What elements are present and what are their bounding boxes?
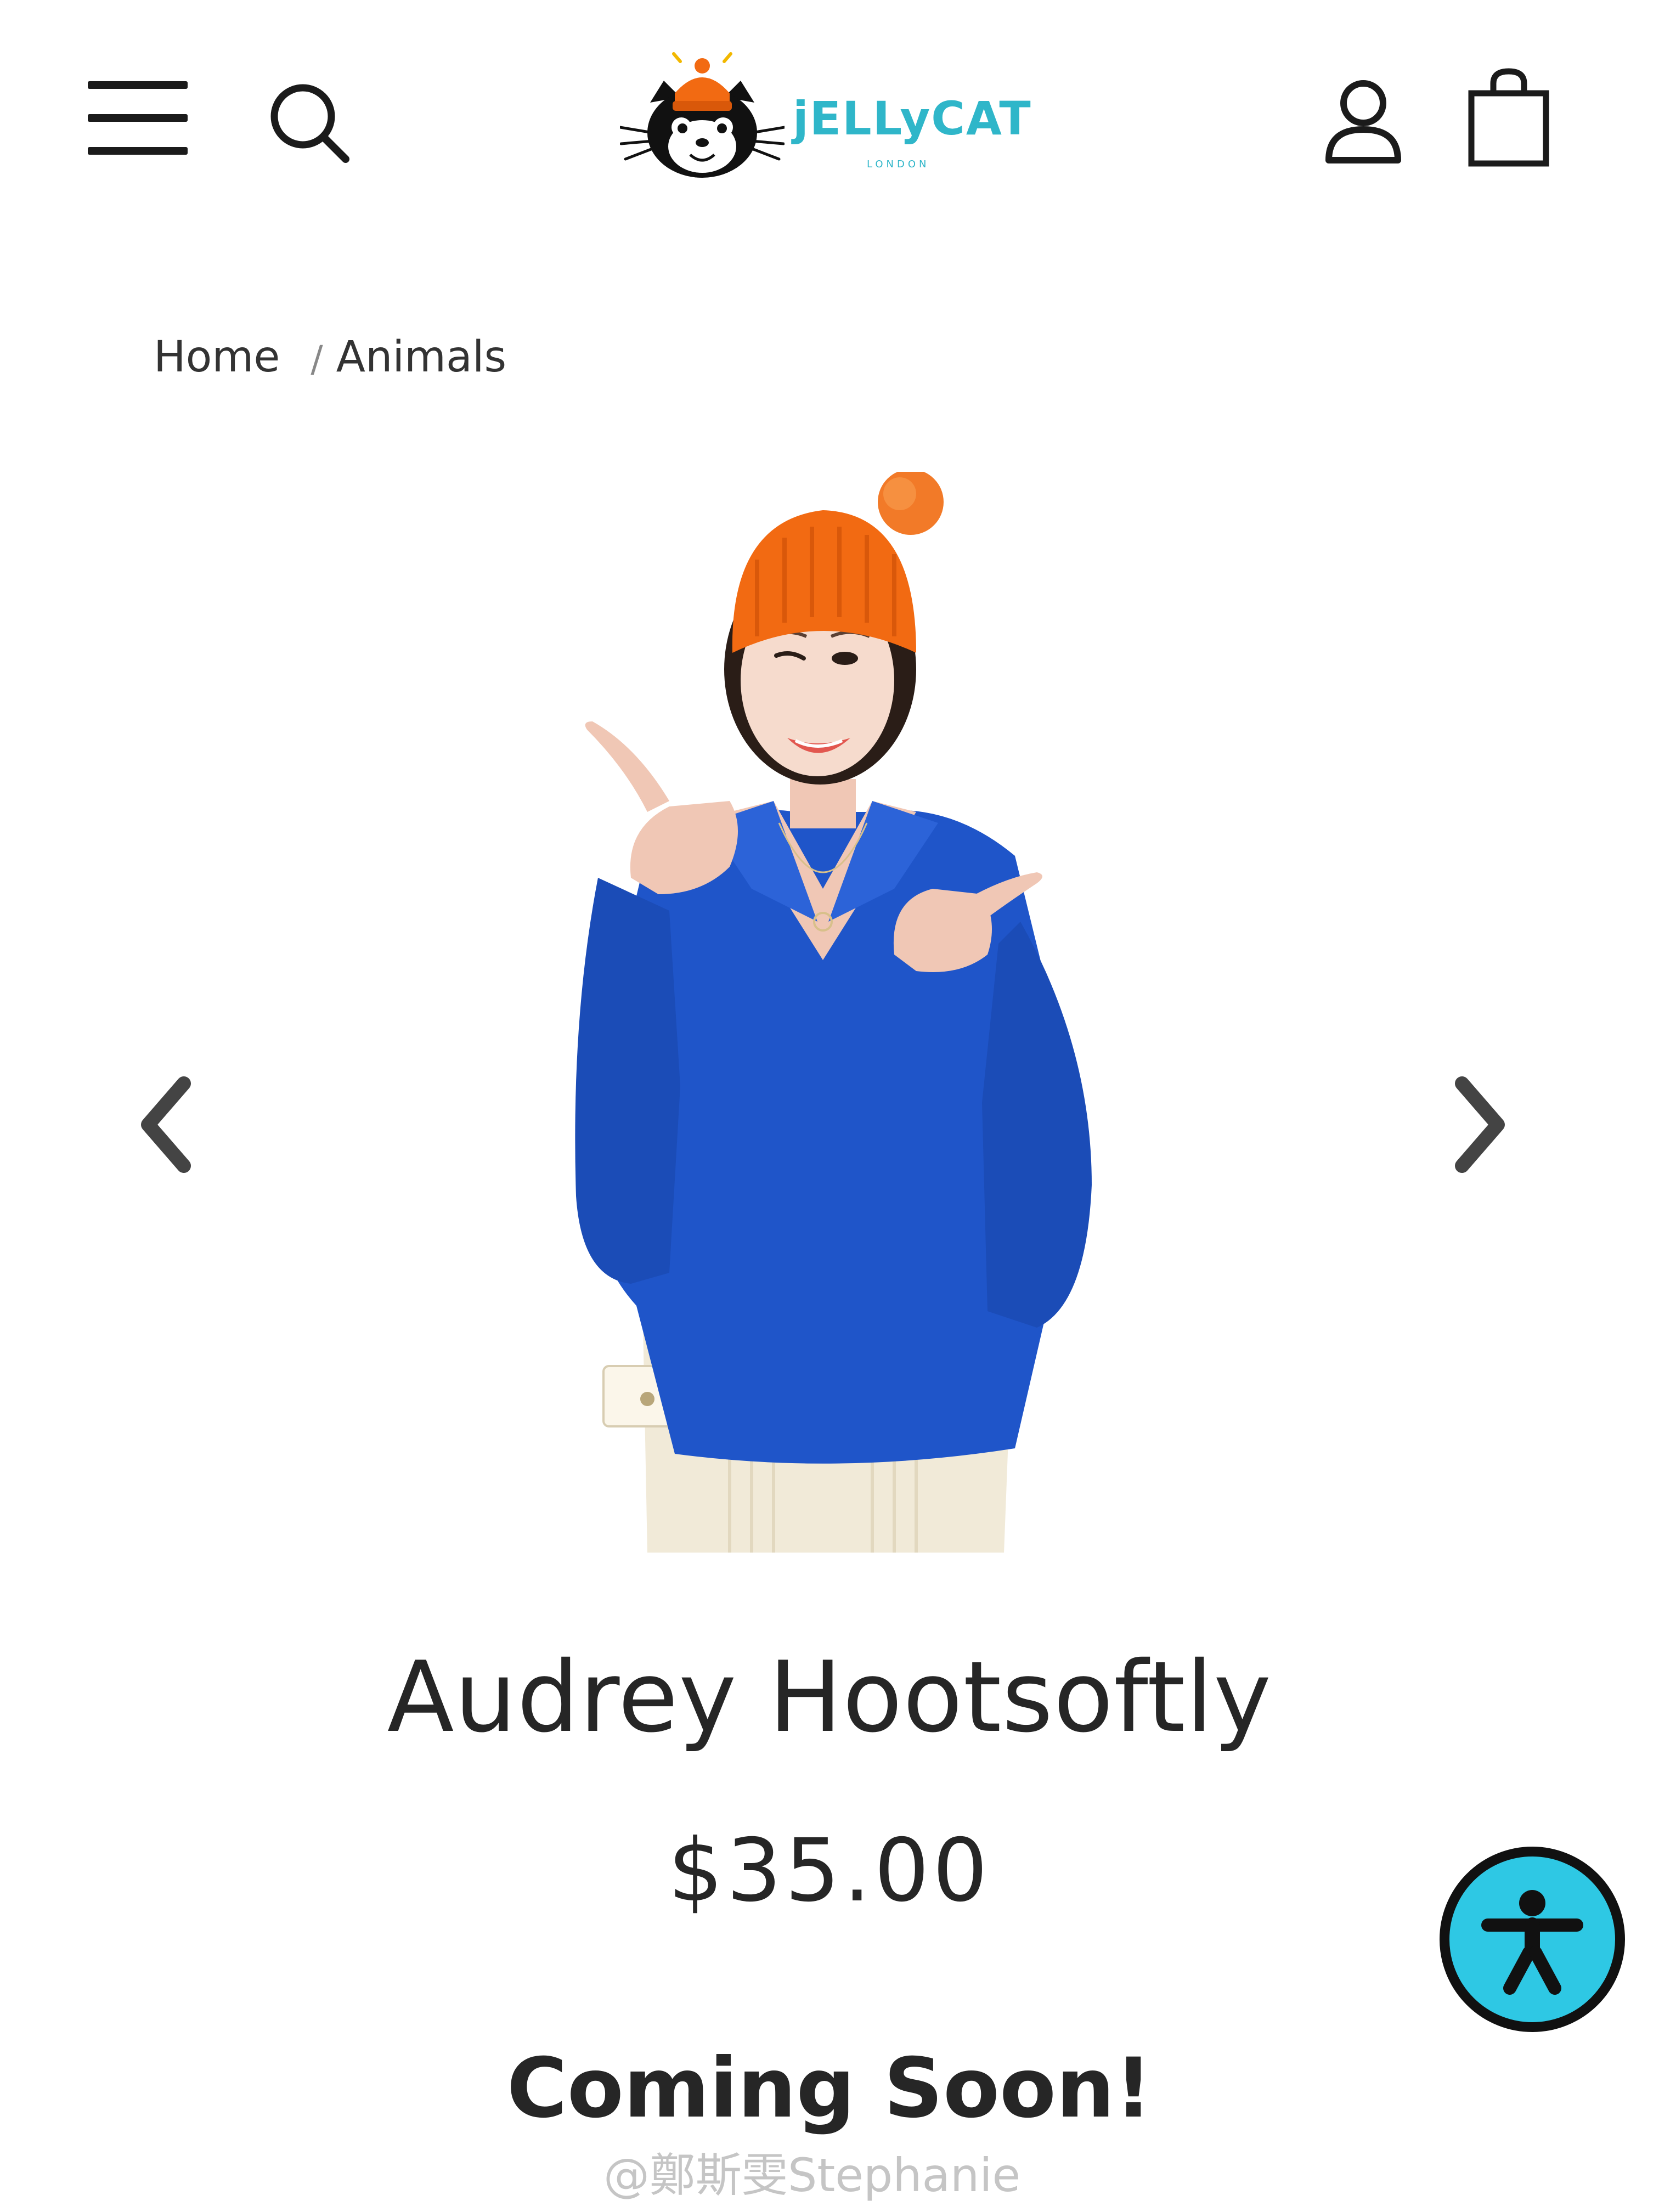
chevron-right-icon[interactable] [1443,1070,1514,1180]
cat-logo-icon [618,52,786,178]
watermark: @鄭斯雯Stephanie [603,2148,1021,2202]
account-icon[interactable] [1322,77,1404,165]
jellycat-logo[interactable]: jELLyCAT LONDON [618,50,1031,182]
menu-line [88,147,188,155]
menu-line [88,81,188,89]
accessibility-icon [1481,1890,1583,1995]
shopping-bag-icon[interactable] [1465,66,1553,167]
availability-status: Coming Soon! [506,2041,1153,2136]
logo-subtext: LONDON [867,159,930,170]
product-price: $35.00 [668,1820,991,1921]
site-header: jELLyCAT LONDON [0,0,1659,230]
search-icon[interactable] [269,82,351,165]
product-page: jELLyCAT LONDON Home / Animals Audrey Ho… [0,0,1659,2212]
chevron-left-icon[interactable] [132,1070,203,1180]
menu-line [88,114,188,122]
logo-wordmark: jELLyCAT [793,92,1032,145]
breadcrumb-home-link[interactable]: Home [154,332,280,382]
breadcrumb: Home / Animals [154,332,506,382]
accessibility-button[interactable] [1440,1847,1625,2032]
hamburger-menu-icon[interactable] [88,77,188,159]
breadcrumb-separator: / [311,338,323,380]
breadcrumb-animals-link[interactable]: Animals [336,332,507,382]
product-image [575,472,1092,1553]
product-title: Audrey Hootsoftly [387,1640,1272,1754]
